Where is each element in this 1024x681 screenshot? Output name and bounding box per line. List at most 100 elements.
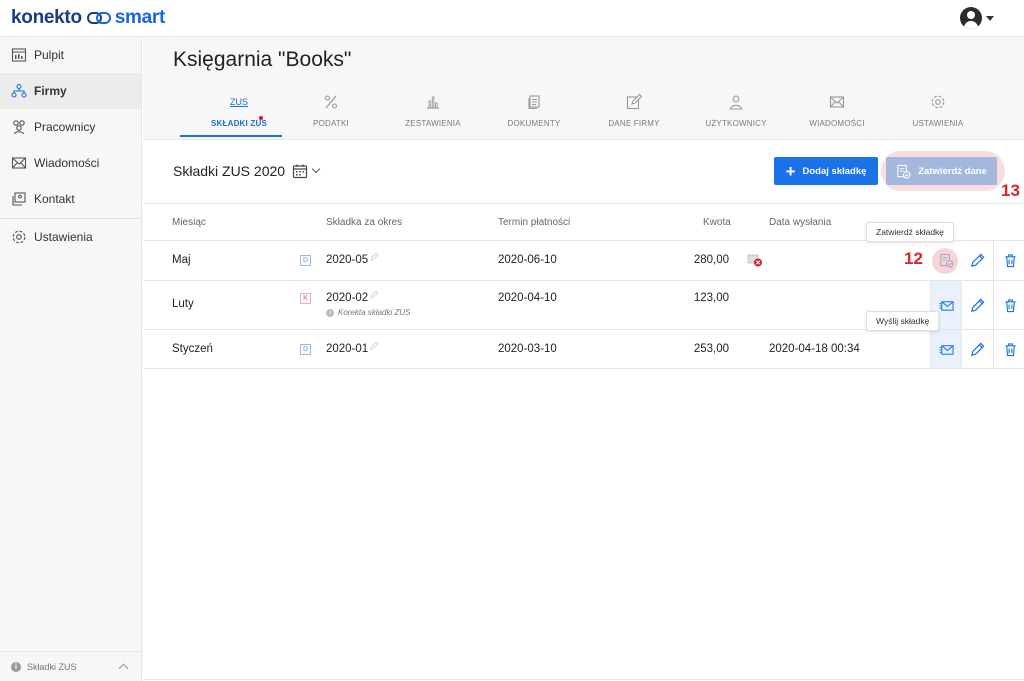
send-mail-icon (938, 344, 954, 355)
sidebar-item-label: Ustawienia (34, 230, 93, 244)
messages-icon (11, 157, 27, 169)
tab-label: ZESTAWIENIA (405, 119, 461, 128)
tab-uzytkownicy[interactable]: UŻYTKOWNICY (703, 94, 769, 140)
send-contribution-tooltip: Wyślij składkę (866, 311, 940, 331)
tab-zestawienia[interactable]: ZESTAWIENIA (401, 94, 465, 140)
mail-icon (829, 96, 845, 108)
tab-wiadomosci[interactable]: WIADOMOŚCI (807, 94, 867, 140)
correction-note: i Korekta składki ZUS (326, 308, 410, 317)
confirm-data-button[interactable]: Zatwierdź dane (886, 157, 997, 185)
tab-podatki[interactable]: PODATKI (309, 94, 353, 140)
declaration-type-badge: D (300, 344, 311, 355)
info-icon: i (326, 308, 334, 317)
due-date-cell: 2020-06-10 (498, 254, 557, 266)
month-cell: Maj (172, 254, 191, 266)
pencil-icon (971, 253, 985, 267)
notification-dot (259, 116, 263, 120)
users-icon (729, 95, 743, 110)
sidebar-item-pracownicy[interactable]: Pracownicy (0, 109, 141, 145)
add-contribution-button[interactable]: + Dodaj składkę (774, 157, 878, 185)
tab-dokumenty[interactable]: DOKUMENTY (503, 94, 565, 140)
delete-row-button[interactable] (994, 241, 1024, 280)
settings-icon (12, 230, 26, 244)
sidebar-item-label: Kontakt (34, 192, 75, 206)
add-contribution-label: Dodaj składkę (802, 165, 867, 177)
sidebar-item-kontakt[interactable]: Kontakt (0, 181, 141, 217)
zus-icon: ZUS (230, 97, 248, 107)
annotation-13: 13 (1001, 181, 1020, 200)
tab-label: DOKUMENTY (507, 119, 561, 128)
tab-label: PODATKI (313, 119, 349, 128)
chevron-down-icon[interactable] (311, 164, 321, 174)
edit-row-button[interactable] (962, 281, 994, 329)
edit-row-button[interactable] (962, 241, 994, 280)
column-header-period: Składka za okres (326, 217, 403, 228)
sidebar-item-firmy[interactable]: Firmy (0, 73, 141, 109)
declaration-type-badge: K (300, 293, 311, 304)
sidebar-footer[interactable]: i Składki ZUS (0, 651, 141, 681)
user-menu[interactable] (960, 7, 994, 29)
page-bottom-border (143, 679, 1024, 680)
year-picker[interactable] (292, 163, 321, 179)
document-check-icon (939, 253, 954, 268)
tab-label: UŻYTKOWNICY (705, 119, 767, 128)
trash-icon (1004, 254, 1016, 268)
tab-skladki-zus[interactable]: ZUS SKŁADKI ZUS (203, 94, 275, 140)
trash-icon (1004, 342, 1016, 356)
caret-down-icon[interactable] (986, 15, 994, 21)
section-title: Składki ZUS 2020 (173, 163, 286, 179)
table-row: Styczeń D 2020-01 2020-03-10 253,00 2020… (143, 330, 1024, 369)
amount-cell: 280,00 (693, 254, 729, 266)
due-date-cell: 2020-04-10 (498, 292, 557, 304)
edit-period-icon[interactable] (370, 252, 379, 261)
amount-cell: 253,00 (693, 343, 729, 355)
sidebar-item-ustawienia[interactable]: Ustawienia (0, 219, 141, 255)
documents-icon (528, 95, 540, 110)
logo-text-smart: smart (114, 7, 166, 28)
dashboard-icon (11, 48, 27, 62)
calendar-icon[interactable] (292, 163, 308, 179)
employees-icon (13, 120, 25, 135)
column-header-month: Miesiąc (172, 217, 206, 228)
app-logo[interactable]: konekto smart (11, 7, 165, 29)
delete-row-button[interactable] (994, 281, 1024, 329)
sidebar-item-label: Pulpit (34, 48, 65, 62)
due-date-cell: 2020-03-10 (498, 343, 557, 355)
sidebar-item-label: Firmy (34, 84, 67, 98)
correction-note-text: Korekta składki ZUS (338, 308, 411, 317)
delete-row-button[interactable] (994, 330, 1024, 368)
not-sent-status-icon (747, 254, 762, 267)
edit-row-button[interactable] (962, 330, 994, 368)
tab-ustawienia[interactable]: USTAWIENIA (909, 94, 967, 140)
send-contribution-button[interactable] (930, 330, 962, 368)
confirm-contribution-button[interactable] (930, 241, 962, 280)
sidebar-item-label: Pracownicy (34, 120, 96, 134)
percent-icon (324, 95, 338, 109)
confirm-contribution-tooltip: Zatwierdź składkę (866, 222, 955, 242)
user-avatar-icon[interactable] (960, 7, 982, 29)
top-bar: konekto smart (0, 0, 1024, 37)
edit-period-icon[interactable] (370, 290, 379, 299)
page-title: Księgarnia "Books" (173, 48, 352, 71)
company-header: Księgarnia "Books" ZUS SKŁADKI ZUS PODAT… (143, 37, 1024, 140)
table-row: Maj D 2020-05 2020-06-10 280,00 12 (143, 241, 1024, 281)
companies-icon (11, 83, 27, 98)
amount-cell: 123,00 (693, 292, 729, 304)
period-cell: 2020-02 (326, 292, 369, 304)
declaration-type-badge: D (300, 255, 311, 266)
sidebar-item-wiadomosci[interactable]: Wiadomości (0, 145, 141, 181)
month-cell: Luty (172, 298, 194, 310)
sidebar-item-label: Wiadomości (34, 156, 100, 170)
sidebar-item-pulpit[interactable]: Pulpit (0, 37, 141, 73)
tab-dane-firmy[interactable]: DANE FIRMY (605, 94, 663, 140)
gear-icon (931, 95, 945, 109)
edit-icon (626, 94, 642, 110)
edit-period-icon[interactable] (370, 341, 379, 350)
chevron-up-icon[interactable] (118, 663, 129, 674)
info-icon: i (11, 661, 21, 672)
pencil-icon (971, 342, 985, 356)
sidebar: Pulpit Firmy Pracownicy Wiadomości Konta… (0, 37, 142, 681)
plus-icon: + (785, 161, 796, 181)
pencil-icon (971, 298, 985, 312)
sent-date-cell: 2020-04-18 00:34 (769, 343, 860, 355)
